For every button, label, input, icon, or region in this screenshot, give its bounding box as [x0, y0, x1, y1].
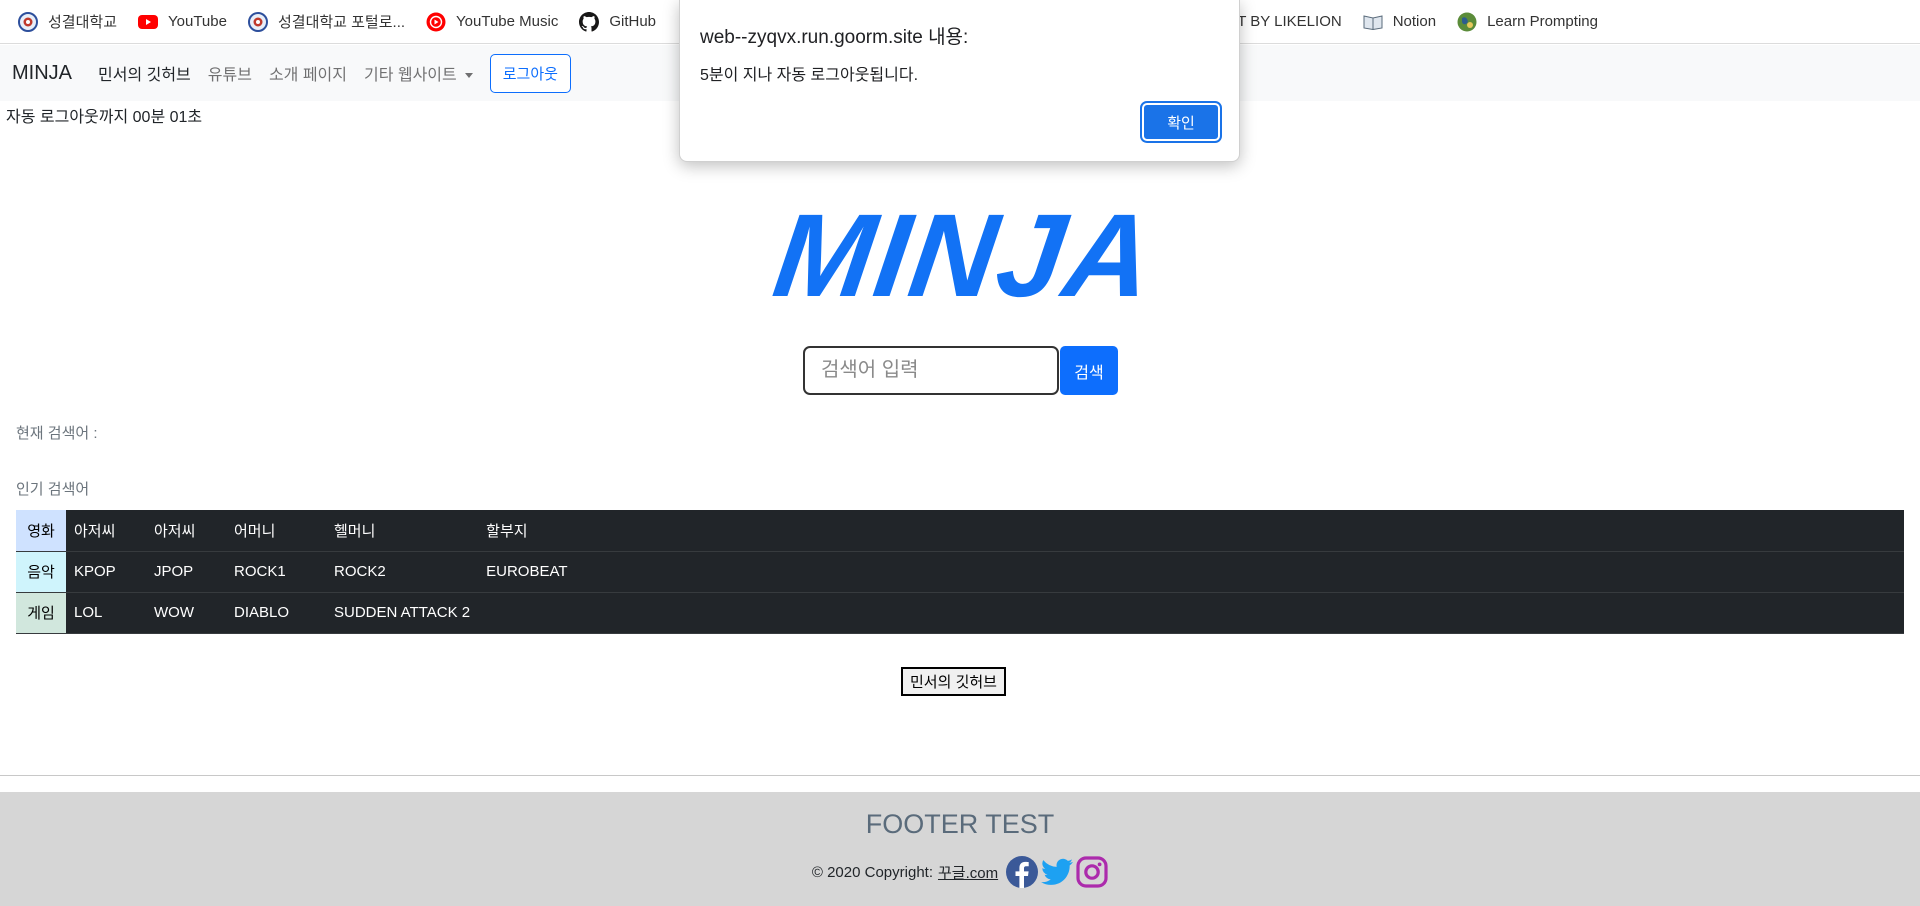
alert-dialog: web--zyqvx.run.goorm.site 내용: 5분이 지나 자동 …	[679, 0, 1240, 162]
table-row: 음악 KPOP JPOP ROCK1 ROCK2 EUROBEAT	[16, 551, 1904, 593]
logout-button[interactable]: 로그아웃	[489, 53, 571, 93]
dialog-message: 5분이 지나 자동 로그아웃됩니다.	[700, 67, 919, 84]
bookmark-sungkyul-portal[interactable]: 성결대학교 포털로...	[247, 11, 406, 32]
bookmark-label: YouTube	[168, 13, 227, 30]
table-cell: ROCK1	[226, 551, 326, 593]
github-button[interactable]: 민서의 깃허브	[901, 667, 1006, 696]
copyright-text: © 2020 Copyright:	[811, 863, 933, 881]
bookmark-notion[interactable]: Notion	[1363, 12, 1436, 32]
caret-down-icon	[464, 73, 473, 79]
twitter-icon[interactable]	[1041, 858, 1074, 886]
table-cell: 어머니	[226, 510, 326, 552]
popular-search-label: 인기 검색어	[16, 481, 90, 498]
footer: FOOTER TEST © 2020 Copyright: 꾸글.com	[0, 792, 1920, 906]
nav-dropdown-websites[interactable]: 기타 웹사이트	[364, 61, 473, 85]
footer-title: FOOTER TEST	[865, 809, 1055, 839]
table-cell: DIABLO	[226, 592, 326, 634]
bookmark-label: Notion	[1392, 13, 1437, 30]
globe-icon	[1457, 12, 1477, 32]
dialog-title: web--zyqvx.run.goorm.site 내용:	[700, 27, 969, 48]
instagram-icon[interactable]	[1076, 856, 1108, 888]
dialog-ok-button[interactable]: 확인	[1140, 101, 1222, 143]
bookmark-label: YouTube Music	[456, 13, 559, 30]
table-cell: JPOP	[146, 551, 226, 593]
bookmark-label: Learn Prompting	[1487, 13, 1598, 30]
table-cell: ROCK2	[326, 551, 479, 593]
table-cell: LOL	[66, 592, 146, 634]
table-cell: SUDDEN ATTACK 2	[326, 592, 479, 634]
search-input[interactable]	[803, 346, 1059, 395]
book-icon	[1363, 12, 1383, 32]
copyright-link[interactable]: 꾸글.com	[938, 862, 998, 883]
bookmark-label: 성결대학교 포털로...	[277, 14, 406, 31]
row-header: 게임	[16, 592, 66, 634]
bookmark-label: GitHub	[609, 13, 657, 30]
divider	[0, 775, 1920, 776]
table-cell	[478, 592, 1904, 634]
youtube-music-icon	[426, 12, 446, 32]
table-cell: 헬머니	[326, 510, 479, 552]
bookmark-learn-prompting[interactable]: Learn Prompting	[1457, 12, 1598, 32]
navbar-brand[interactable]: MINJA	[12, 62, 72, 85]
nav-link-github[interactable]: 민서의 깃허브	[98, 61, 191, 85]
footer-copyright: © 2020 Copyright: 꾸글.com	[0, 856, 1920, 888]
row-header: 음악	[16, 551, 66, 593]
table-cell: KPOP	[66, 551, 146, 593]
bookmark-sungkyul[interactable]: 성결대학교	[18, 11, 117, 32]
youtube-icon	[138, 12, 159, 32]
table-cell: WOW	[146, 592, 226, 634]
site-logo: MINJA	[766, 190, 1163, 322]
table-row: 게임 LOL WOW DIABLO SUDDEN ATTACK 2	[16, 592, 1904, 634]
github-icon	[579, 11, 600, 32]
university-seal-icon	[18, 11, 38, 32]
search-button[interactable]: 검색	[1060, 346, 1118, 395]
table-row: 영화 아저씨 아저씨 어머니 헬머니 할부지	[16, 510, 1904, 552]
table-cell: 아저씨	[66, 510, 146, 552]
search-form: 검색	[803, 346, 1118, 395]
facebook-icon[interactable]	[1006, 856, 1039, 888]
bookmark-label: IT BY LIKELION	[1233, 13, 1342, 30]
nav-link-intro[interactable]: 소개 페이지	[269, 61, 347, 85]
logout-countdown: 자동 로그아웃까지 00분 01초	[6, 109, 203, 126]
university-seal-icon	[247, 11, 268, 32]
bookmark-github[interactable]: GitHub	[579, 11, 657, 32]
nav-link-youtube[interactable]: 유튜브	[208, 61, 252, 85]
bookmark-label: 성결대학교	[48, 14, 118, 31]
nav-dropdown-label: 기타 웹사이트	[363, 67, 457, 84]
bookmark-youtube[interactable]: YouTube	[138, 12, 227, 32]
table-cell: EUROBEAT	[478, 551, 1904, 593]
popular-search-table: 영화 아저씨 아저씨 어머니 헬머니 할부지 음악 KPOP JPOP ROCK…	[16, 510, 1904, 634]
table-cell: 아저씨	[146, 510, 226, 552]
bookmark-youtube-music[interactable]: YouTube Music	[426, 12, 558, 32]
table-cell: 할부지	[478, 510, 1904, 552]
current-search-label: 현재 검색어 :	[16, 425, 98, 442]
row-header: 영화	[16, 510, 66, 552]
bookmark-likelion[interactable]: IT BY LIKELION	[1233, 13, 1342, 30]
